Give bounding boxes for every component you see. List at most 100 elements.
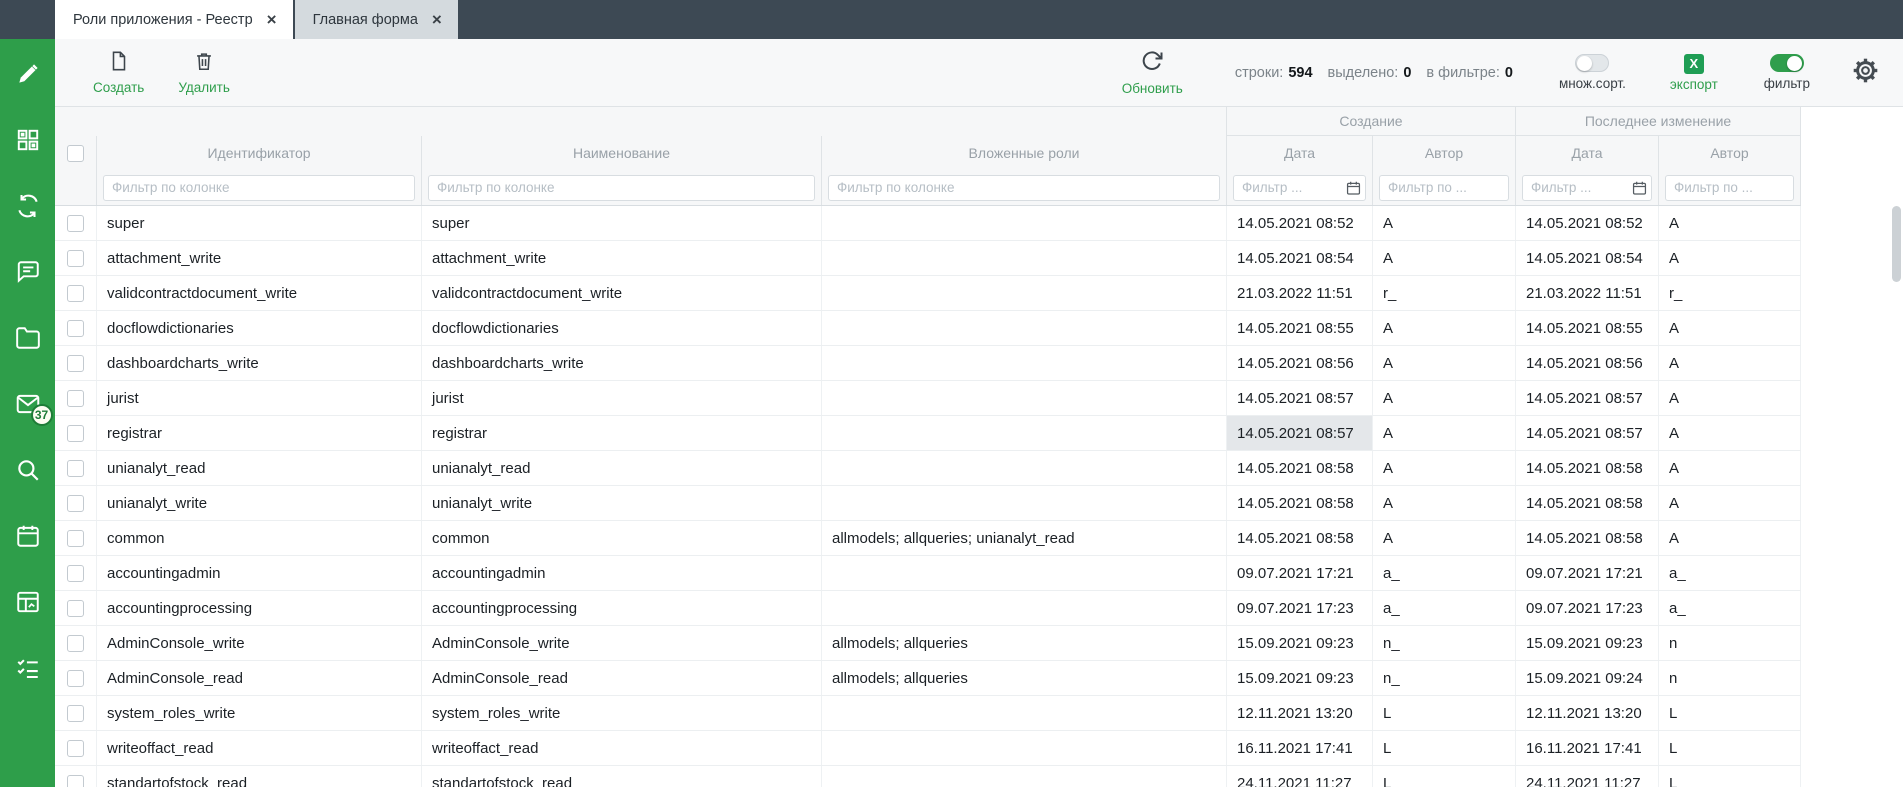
search-icon[interactable] bbox=[15, 457, 41, 483]
cell-modified-date: 21.03.2022 11:51 bbox=[1516, 276, 1659, 310]
chat-icon[interactable] bbox=[15, 259, 41, 285]
cell-created-author: A bbox=[1373, 381, 1516, 415]
pencil-icon[interactable] bbox=[15, 61, 41, 87]
cell-modified-date: 14.05.2021 08:57 bbox=[1516, 416, 1659, 450]
toggle-on-icon[interactable] bbox=[1770, 54, 1804, 72]
row-checkbox[interactable] bbox=[67, 320, 84, 337]
multisort-toggle[interactable]: множ.сорт. bbox=[1559, 54, 1626, 91]
table-row[interactable]: registrar registrar 14.05.2021 08:57 A 1… bbox=[55, 416, 1801, 451]
table-row[interactable]: attachment_write attachment_write 14.05.… bbox=[55, 241, 1801, 276]
row-checkbox[interactable] bbox=[67, 600, 84, 617]
calendar-icon[interactable] bbox=[1346, 180, 1361, 195]
cell-created-date: 14.05.2021 08:58 bbox=[1227, 451, 1373, 485]
mail-icon[interactable]: 37 bbox=[15, 391, 41, 417]
filtered-count: в фильтре:0 bbox=[1426, 65, 1513, 81]
row-checkbox[interactable] bbox=[67, 530, 84, 547]
grid-header: Создание Последнее изменение Идентификат… bbox=[55, 107, 1801, 206]
cell-identifier: unianalyt_read bbox=[97, 451, 422, 485]
cell-identifier: writeoffact_read bbox=[97, 731, 422, 765]
filter-nested-roles-input[interactable] bbox=[828, 175, 1220, 201]
scrollbar-thumb[interactable] bbox=[1892, 206, 1901, 282]
select-all-checkbox[interactable] bbox=[67, 145, 84, 162]
column-header-identifier[interactable]: Идентификатор bbox=[97, 136, 422, 170]
row-checkbox[interactable] bbox=[67, 670, 84, 687]
filter-identifier-input[interactable] bbox=[103, 175, 415, 201]
column-header-nested-roles[interactable]: Вложенные роли bbox=[822, 136, 1227, 170]
tab-main-form[interactable]: Главная форма × bbox=[295, 0, 458, 39]
row-checkbox[interactable] bbox=[67, 250, 84, 267]
row-checkbox[interactable] bbox=[67, 635, 84, 652]
row-checkbox-cell bbox=[55, 696, 97, 730]
table-row[interactable]: validcontractdocument_write validcontrac… bbox=[55, 276, 1801, 311]
export-button[interactable]: X экспорт bbox=[1670, 54, 1718, 92]
table-row[interactable]: system_roles_write system_roles_write 12… bbox=[55, 696, 1801, 731]
row-checkbox[interactable] bbox=[67, 775, 84, 787]
row-checkbox[interactable] bbox=[67, 495, 84, 512]
table-row[interactable]: dashboardcharts_write dashboardcharts_wr… bbox=[55, 346, 1801, 381]
table-row[interactable]: AdminConsole_read AdminConsole_read allm… bbox=[55, 661, 1801, 696]
refresh-button[interactable]: Обновить bbox=[1122, 49, 1183, 96]
filter-name-input[interactable] bbox=[428, 175, 815, 201]
vertical-scrollbar[interactable] bbox=[1892, 206, 1901, 787]
folder-icon[interactable] bbox=[15, 325, 41, 351]
row-checkbox-cell bbox=[55, 486, 97, 520]
create-label: Создать bbox=[93, 80, 144, 95]
checklist-icon[interactable] bbox=[15, 655, 41, 681]
column-header-modified-date[interactable]: Дата bbox=[1516, 136, 1659, 170]
tab-label: Роли приложения - Реестр bbox=[73, 12, 253, 28]
cell-created-date: 24.11.2021 11:27 bbox=[1227, 766, 1373, 787]
row-checkbox[interactable] bbox=[67, 705, 84, 722]
row-checkbox[interactable] bbox=[67, 740, 84, 757]
table-row[interactable]: docflowdictionaries docflowdictionaries … bbox=[55, 311, 1801, 346]
grid-icon[interactable] bbox=[15, 127, 41, 153]
row-checkbox[interactable] bbox=[67, 565, 84, 582]
group-header-last-modified: Последнее изменение bbox=[1516, 107, 1801, 136]
column-header-name[interactable]: Наименование bbox=[422, 136, 822, 170]
sync-icon[interactable] bbox=[15, 193, 41, 219]
cell-nested-roles bbox=[822, 451, 1227, 485]
column-header-modified-author[interactable]: Автор bbox=[1659, 136, 1801, 170]
filter-toggle[interactable]: фильтр bbox=[1764, 54, 1810, 91]
row-checkbox-cell bbox=[55, 556, 97, 590]
table-row[interactable]: standartofstock_read standartofstock_rea… bbox=[55, 766, 1801, 787]
table-row[interactable]: accountingadmin accountingadmin 09.07.20… bbox=[55, 556, 1801, 591]
column-header-created-author[interactable]: Автор bbox=[1373, 136, 1516, 170]
toggle-off-icon[interactable] bbox=[1575, 54, 1609, 72]
column-header-created-date[interactable]: Дата bbox=[1227, 136, 1373, 170]
row-checkbox-cell bbox=[55, 731, 97, 765]
row-checkbox[interactable] bbox=[67, 355, 84, 372]
cell-identifier: dashboardcharts_write bbox=[97, 346, 422, 380]
calendar-icon[interactable] bbox=[1632, 180, 1647, 195]
table-row[interactable]: unianalyt_write unianalyt_write 14.05.20… bbox=[55, 486, 1801, 521]
cell-modified-author: A bbox=[1659, 206, 1801, 240]
cell-name: attachment_write bbox=[422, 241, 822, 275]
create-button[interactable]: Создать bbox=[93, 50, 144, 95]
table-row[interactable]: common common allmodels; allqueries; uni… bbox=[55, 521, 1801, 556]
table-row[interactable]: super super 14.05.2021 08:52 A 14.05.202… bbox=[55, 206, 1801, 241]
tab-label: Главная форма bbox=[313, 12, 418, 28]
table-icon[interactable] bbox=[15, 589, 41, 615]
table-row[interactable]: writeoffact_read writeoffact_read 16.11.… bbox=[55, 731, 1801, 766]
cell-created-author: A bbox=[1373, 451, 1516, 485]
close-icon[interactable]: × bbox=[267, 11, 277, 28]
table-row[interactable]: jurist jurist 14.05.2021 08:57 A 14.05.2… bbox=[55, 381, 1801, 416]
row-checkbox[interactable] bbox=[67, 285, 84, 302]
cell-modified-author: A bbox=[1659, 416, 1801, 450]
calendar-icon[interactable] bbox=[15, 523, 41, 549]
filter-created-author-input[interactable] bbox=[1379, 175, 1509, 201]
tab-roles-registry[interactable]: Роли приложения - Реестр × bbox=[55, 0, 293, 39]
filter-modified-author-input[interactable] bbox=[1665, 175, 1794, 201]
table-row[interactable]: accountingprocessing accountingprocessin… bbox=[55, 591, 1801, 626]
row-checkbox[interactable] bbox=[67, 215, 84, 232]
cell-nested-roles bbox=[822, 731, 1227, 765]
row-checkbox[interactable] bbox=[67, 390, 84, 407]
settings-button[interactable] bbox=[1852, 57, 1879, 89]
delete-button[interactable]: Удалить bbox=[178, 50, 230, 95]
row-checkbox[interactable] bbox=[67, 460, 84, 477]
close-icon[interactable]: × bbox=[432, 11, 442, 28]
table-row[interactable]: unianalyt_read unianalyt_read 14.05.2021… bbox=[55, 451, 1801, 486]
row-checkbox[interactable] bbox=[67, 425, 84, 442]
cell-nested-roles: allmodels; allqueries bbox=[822, 626, 1227, 660]
table-row[interactable]: AdminConsole_write AdminConsole_write al… bbox=[55, 626, 1801, 661]
excel-icon: X bbox=[1684, 54, 1704, 74]
